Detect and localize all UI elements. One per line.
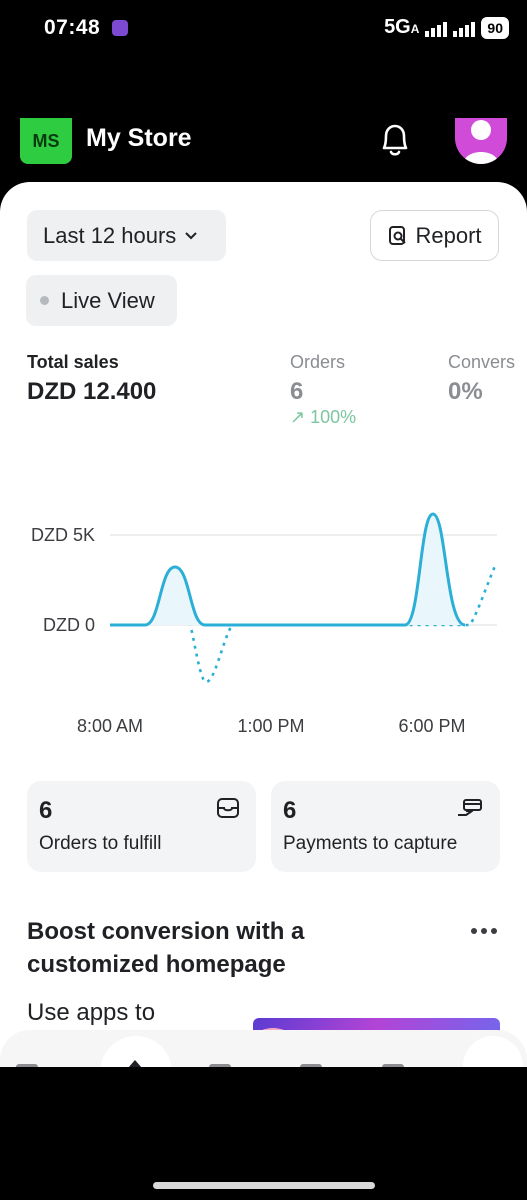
boost-card-title: Boost conversion with a customized homep… (27, 918, 305, 978)
x-tick-label: 1:00 PM (237, 716, 304, 736)
date-range-label: Last 12 hours (43, 222, 177, 248)
signal-icon-2 (453, 19, 476, 37)
network-type: 5GA (384, 16, 420, 38)
card-value: 6 (283, 797, 297, 824)
store-name[interactable]: My Store (86, 124, 192, 153)
orders-change: ↗ 100% (290, 407, 357, 427)
hand-card-icon (458, 799, 482, 816)
status-time: 07:48 (44, 16, 101, 39)
bell-icon[interactable] (378, 122, 412, 160)
user-avatar[interactable] (455, 118, 507, 164)
y-tick-label: DZD 0 (43, 615, 95, 635)
current-series-area (110, 514, 465, 625)
orders-value: 6 (290, 378, 304, 405)
payments-to-capture-card[interactable]: 6 Payments to capture (271, 781, 500, 872)
conversion-value: 0% (448, 378, 483, 405)
y-tick-label: DZD 5K (31, 525, 95, 545)
live-view-button[interactable]: Live View (26, 275, 177, 326)
x-tick-label: 6:00 PM (398, 716, 465, 736)
status-bar: 07:48 5GA 90 (0, 0, 527, 60)
more-options-icon[interactable] (470, 927, 498, 935)
battery-icon: 90 (481, 16, 509, 39)
report-button[interactable]: Report (370, 210, 499, 261)
chevron-down-icon (185, 231, 198, 239)
live-dot-icon (40, 296, 49, 305)
total-sales-value: DZD 12.400 (27, 378, 157, 405)
card-label: Orders to fulfill (39, 833, 162, 854)
card-value: 6 (39, 797, 53, 824)
sales-chart[interactable]: DZD 5K DZD 0 8:00 AM 1:00 PM 6:00 PM (0, 492, 527, 752)
live-view-label: Live View (61, 287, 155, 313)
orders-label[interactable]: Orders (290, 352, 345, 373)
home-sheet: Last 12 hours Report Live View Total sal… (0, 182, 527, 1067)
report-icon (389, 225, 407, 245)
date-range-dropdown[interactable]: Last 12 hours (27, 210, 226, 261)
home-indicator[interactable] (153, 1182, 375, 1189)
x-tick-label: 8:00 AM (77, 716, 143, 736)
orders-to-fulfill-card[interactable]: 6 Orders to fulfill (27, 781, 256, 872)
report-label: Report (415, 222, 482, 248)
store-avatar[interactable]: MS (20, 118, 72, 164)
signal-icon (425, 19, 448, 37)
card-label: Payments to capture (283, 833, 458, 854)
status-indicators: 5GA 90 (384, 16, 509, 39)
conversion-label[interactable]: Convers (448, 352, 515, 373)
inbox-icon (217, 798, 239, 818)
user-icon (463, 120, 499, 164)
app-header: MS My Store (0, 118, 527, 182)
bottom-bezel (0, 1067, 527, 1200)
arrow-up-right-icon: ↗ (290, 407, 306, 427)
notification-app-icon (112, 20, 128, 36)
total-sales-label[interactable]: Total sales (27, 352, 119, 373)
